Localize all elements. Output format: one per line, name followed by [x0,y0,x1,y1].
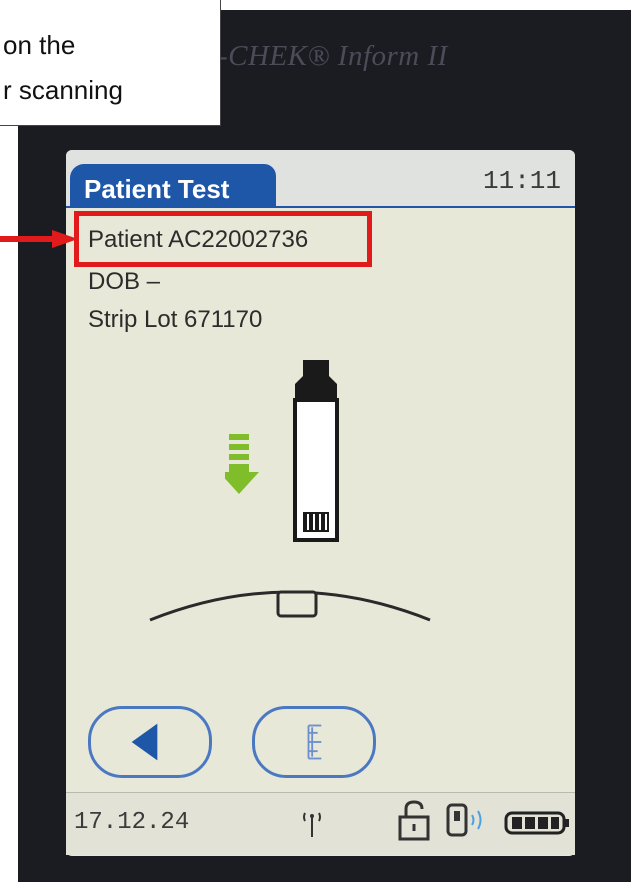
page-title: Patient Test [84,174,230,204]
menu-button[interactable] [252,706,376,778]
status-bar: 17.12.24 [66,792,575,855]
menu-list-icon [307,724,322,760]
title-bar: Patient Test 11:11 [66,150,575,208]
test-strip-icon [293,360,339,542]
instruction-callout: on the r scanning [0,0,221,126]
pointer-arrow-icon [0,230,78,248]
clock: 11:11 [482,166,561,196]
meter-port-graphic [149,590,431,622]
battery-icon [504,811,569,835]
dob-label: DOB – [88,268,161,295]
device-docked-icon [446,803,482,837]
device-brand: -CHEK® Inform II [218,40,448,72]
patient-id-highlight [74,211,372,267]
back-button[interactable] [88,706,212,778]
insert-strip-graphic [225,360,339,542]
back-arrow-icon [131,723,158,761]
callout-line-2: r scanning [3,75,123,105]
wireless-icon [303,812,321,837]
insert-down-arrow-icon [225,434,259,494]
callout-line-1: on the [3,30,76,60]
status-date: 17.12.24 [74,809,190,836]
unlock-icon [398,800,430,841]
strip-lot: Strip Lot 671170 [88,306,263,333]
